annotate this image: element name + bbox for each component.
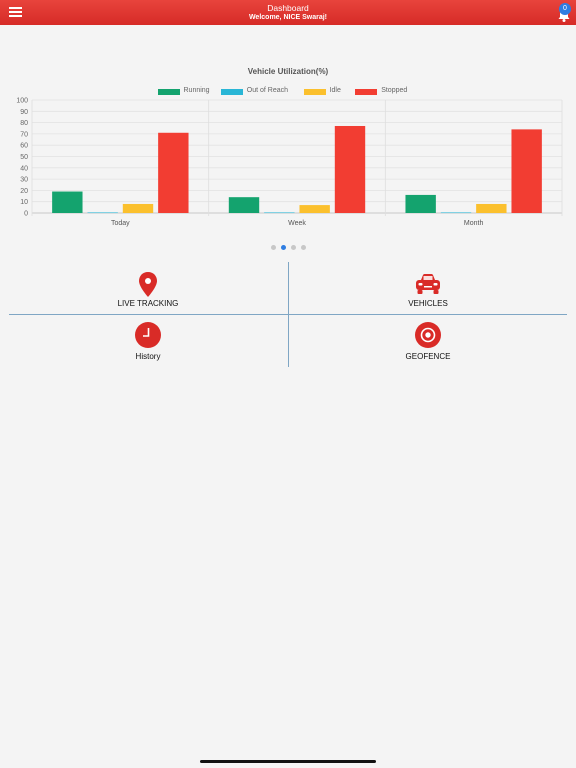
y-tick-label: 30 (20, 177, 28, 184)
car-icon (414, 270, 442, 298)
live-tracking-label: LIVE TRACKING (117, 299, 179, 308)
page-indicator (0, 245, 576, 251)
y-tick-label: 80 (20, 120, 28, 127)
bar-idle (299, 205, 330, 213)
geofence-tile[interactable]: GEOFENCE (293, 318, 563, 368)
bar-stopped (334, 125, 366, 213)
page-dot[interactable] (270, 245, 276, 250)
y-tick-label: 90 (20, 109, 28, 116)
clock-icon (134, 321, 162, 349)
chart-plot: 0 10 20 30 40 50 60 70 80 90 100 Today Week Month (16, 98, 563, 227)
bar-idle (476, 203, 507, 213)
app-header: Dashboard Welcome, NICE Swaraj! 0 (0, 0, 576, 25)
vehicle-utilization-chart: Vehicle Utilization(%) Running Out of Rea… (0, 60, 576, 240)
history-label: History (135, 352, 161, 361)
bar-running (228, 197, 260, 213)
y-tick-label: 10 (20, 199, 28, 206)
live-tracking-tile[interactable]: LIVE TRACKING (13, 264, 283, 314)
y-tick-label: 20 (20, 188, 28, 195)
welcome-message: Welcome, NICE Swaraj! (248, 14, 328, 21)
y-tick-label: 60 (20, 143, 28, 150)
bar-out-of-reach (87, 212, 118, 214)
bar-running (405, 194, 436, 213)
vehicles-tile[interactable]: VEHICLES (293, 264, 563, 314)
history-tile[interactable]: History (13, 318, 283, 368)
bar-running (52, 191, 83, 213)
bar-out-of-reach (440, 212, 472, 214)
y-tick-label: 0 (24, 211, 28, 218)
page-dot[interactable] (290, 245, 296, 250)
home-indicator (200, 760, 376, 763)
y-tick-label: 50 (20, 154, 28, 161)
y-tick-label: 100 (16, 98, 28, 105)
notification-badge: 0 (559, 3, 571, 15)
grid-divider-horizontal (9, 314, 567, 315)
x-tick-label: Week (288, 220, 306, 227)
y-tick-label: 70 (20, 131, 28, 138)
geofence-label: GEOFENCE (405, 352, 451, 361)
page-dot[interactable] (280, 245, 286, 250)
bar-out-of-reach (264, 212, 295, 214)
bar-stopped (158, 132, 189, 213)
y-tick-label: 40 (20, 165, 28, 172)
x-tick-label: Month (464, 220, 484, 227)
vehicles-label: VEHICLES (408, 299, 448, 308)
x-tick-label: Today (111, 220, 130, 227)
page-title: Dashboard (267, 3, 309, 13)
target-icon (414, 321, 442, 349)
bar-idle (122, 203, 154, 213)
page-dot[interactable] (300, 245, 306, 250)
bar-stopped (511, 129, 542, 213)
map-pin-icon (134, 270, 162, 298)
